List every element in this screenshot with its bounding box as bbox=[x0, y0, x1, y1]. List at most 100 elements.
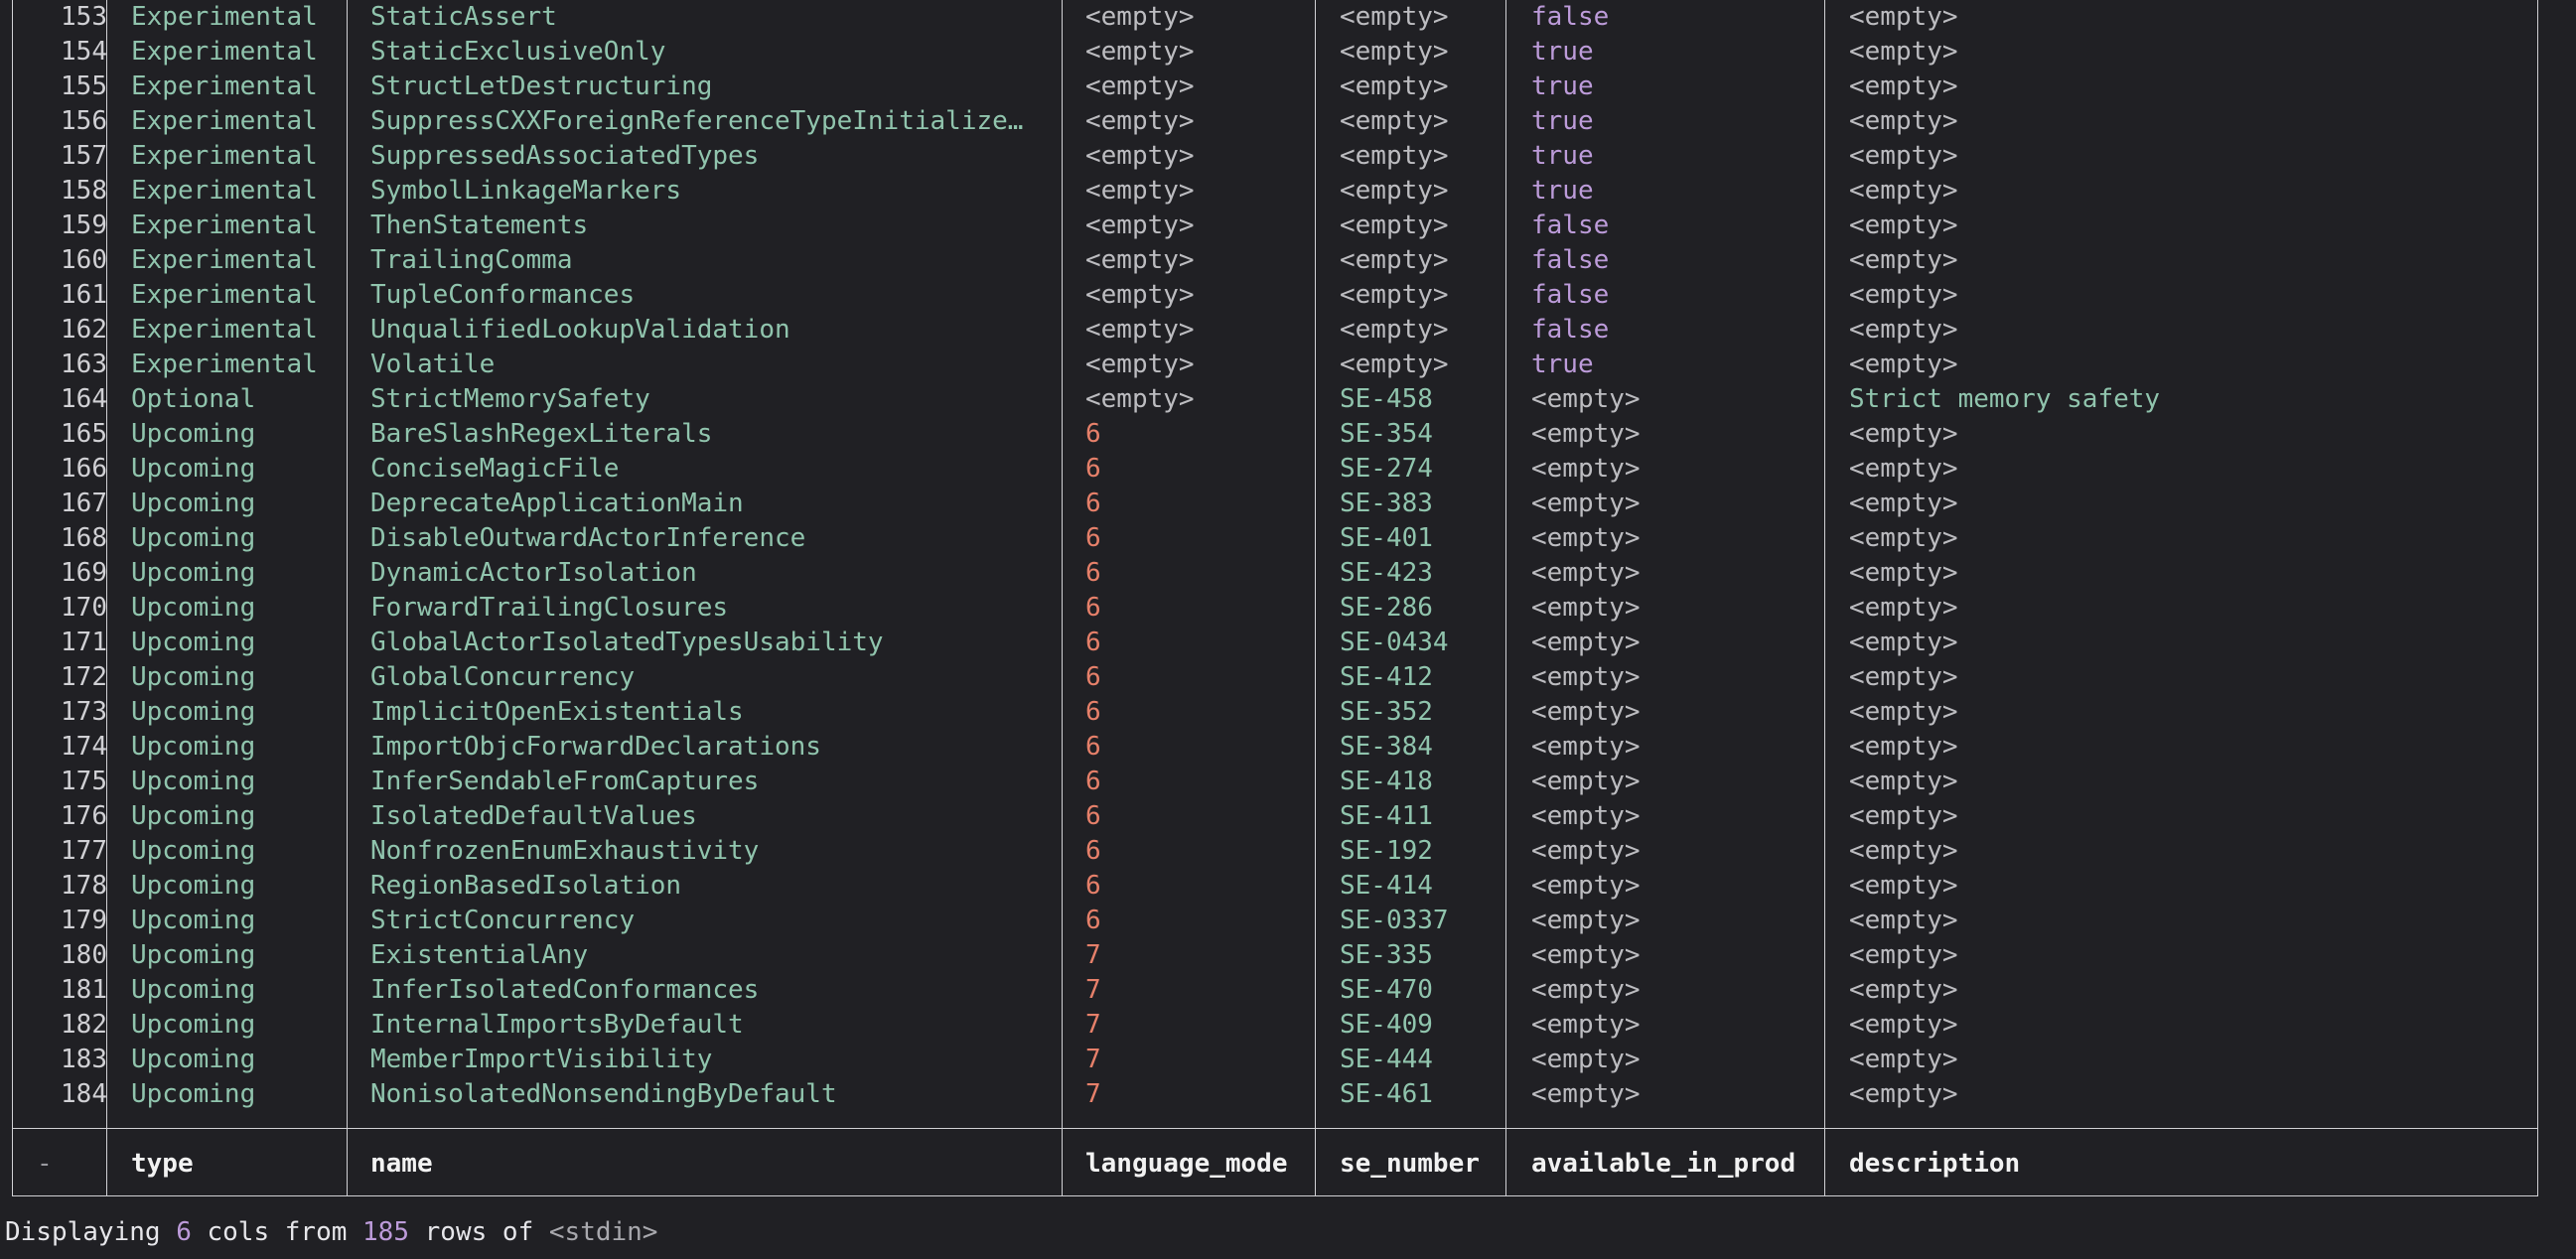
cell-se-number: SE-335 bbox=[1340, 940, 1433, 970]
table-row: 176 Upcoming IsolatedDefaultValues 6 SE-411 <… bbox=[13, 799, 2537, 834]
cell-name: NonfrozenEnumExhaustivity bbox=[370, 836, 760, 866]
cell-available-in-prod: <empty> bbox=[1531, 697, 1641, 727]
cell-type: Experimental bbox=[131, 280, 318, 310]
row-index: 153 bbox=[61, 2, 107, 32]
cell-se-number: SE-274 bbox=[1340, 454, 1433, 484]
cell-description: <empty> bbox=[1849, 1045, 1958, 1074]
cell-language-mode: 6 bbox=[1085, 871, 1101, 901]
cell-available-in-prod: true bbox=[1531, 141, 1594, 171]
row-index: 155 bbox=[61, 71, 107, 101]
cell-name: GlobalConcurrency bbox=[370, 662, 636, 692]
cell-description: <empty> bbox=[1849, 697, 1958, 727]
table-row: 179 Upcoming StrictConcurrency 6 SE-0337 <emp… bbox=[13, 904, 2537, 938]
cell-description: <empty> bbox=[1849, 836, 1958, 866]
cell-language-mode: <empty> bbox=[1085, 141, 1195, 171]
cell-available-in-prod: <empty> bbox=[1531, 489, 1641, 518]
row-index: 181 bbox=[61, 975, 107, 1005]
cell-name: BareSlashRegexLiterals bbox=[370, 419, 713, 449]
cell-se-number: SE-352 bbox=[1340, 697, 1433, 727]
cell-language-mode: 6 bbox=[1085, 662, 1101, 692]
cell-language-mode: 7 bbox=[1085, 975, 1101, 1005]
cell-description: <empty> bbox=[1849, 454, 1958, 484]
cell-se-number: <empty> bbox=[1340, 2, 1449, 32]
cell-description: <empty> bbox=[1849, 141, 1958, 171]
table-row: 182 Upcoming InternalImportsByDefault 7 SE-4… bbox=[13, 1008, 2537, 1043]
header-type: type bbox=[131, 1149, 194, 1179]
cell-name: ExistentialAny bbox=[370, 940, 589, 970]
cell-se-number: SE-458 bbox=[1340, 384, 1433, 414]
cell-name: InternalImportsByDefault bbox=[370, 1010, 744, 1040]
cell-description: <empty> bbox=[1849, 906, 1958, 935]
table-row: 159 Experimental ThenStatements <empty> <emp… bbox=[13, 209, 2537, 243]
cell-language-mode: 6 bbox=[1085, 489, 1101, 518]
table-row: 169 Upcoming DynamicActorIsolation 6 SE-423 <… bbox=[13, 556, 2537, 591]
table-row: 154 Experimental StaticExclusiveOnly <empty… bbox=[13, 35, 2537, 70]
cell-description: <empty> bbox=[1849, 940, 1958, 970]
cell-language-mode: 7 bbox=[1085, 940, 1101, 970]
cell-name: IsolatedDefaultValues bbox=[370, 801, 697, 831]
cell-name: SymbolLinkageMarkers bbox=[370, 176, 682, 206]
cell-description: <empty> bbox=[1849, 732, 1958, 762]
cell-name: InferSendableFromCaptures bbox=[370, 767, 760, 796]
footer-suffix: rows of bbox=[409, 1217, 549, 1247]
row-index: 171 bbox=[61, 628, 107, 657]
cell-type: Upcoming bbox=[131, 940, 256, 970]
row-index: 158 bbox=[61, 176, 107, 206]
footer-middle: cols from bbox=[191, 1217, 363, 1247]
row-index: 156 bbox=[61, 106, 107, 136]
row-index: 176 bbox=[61, 801, 107, 831]
cell-available-in-prod: <empty> bbox=[1531, 593, 1641, 623]
cell-available-in-prod: true bbox=[1531, 176, 1594, 206]
row-index: 165 bbox=[61, 419, 107, 449]
cell-se-number: <empty> bbox=[1340, 71, 1449, 101]
cell-available-in-prod: true bbox=[1531, 350, 1594, 379]
row-index: 175 bbox=[61, 767, 107, 796]
cell-available-in-prod: true bbox=[1531, 71, 1594, 101]
cell-available-in-prod: <empty> bbox=[1531, 940, 1641, 970]
cell-name: StrictMemorySafety bbox=[370, 384, 650, 414]
cell-language-mode: 6 bbox=[1085, 419, 1101, 449]
table-row: 165 Upcoming BareSlashRegexLiterals 6 SE-354… bbox=[13, 417, 2537, 452]
header-index: - bbox=[37, 1149, 53, 1179]
cell-available-in-prod: <empty> bbox=[1531, 558, 1641, 588]
cell-available-in-prod: <empty> bbox=[1531, 836, 1641, 866]
table-row: 180 Upcoming ExistentialAny 7 SE-335 <empty> <… bbox=[13, 938, 2537, 973]
row-index: 170 bbox=[61, 593, 107, 623]
cell-description: <empty> bbox=[1849, 1010, 1958, 1040]
cell-available-in-prod: <empty> bbox=[1531, 1010, 1641, 1040]
cell-type: Upcoming bbox=[131, 489, 256, 518]
cell-available-in-prod: false bbox=[1531, 2, 1610, 32]
table-row: 162 Experimental UnqualifiedLookupValidati… bbox=[13, 313, 2537, 348]
cell-language-mode: <empty> bbox=[1085, 315, 1195, 345]
cell-description: <empty> bbox=[1849, 71, 1958, 101]
cell-description: <empty> bbox=[1849, 662, 1958, 692]
row-index: 168 bbox=[61, 523, 107, 553]
cell-name: DynamicActorIsolation bbox=[370, 558, 697, 588]
cell-name: StructLetDestructuring bbox=[370, 71, 713, 101]
table-row: 166 Upcoming ConciseMagicFile 6 SE-274 <empty… bbox=[13, 452, 2537, 487]
cell-available-in-prod: <empty> bbox=[1531, 662, 1641, 692]
cell-available-in-prod: true bbox=[1531, 106, 1594, 136]
cell-type: Experimental bbox=[131, 106, 318, 136]
cell-type: Upcoming bbox=[131, 454, 256, 484]
footer-source: <stdin> bbox=[548, 1217, 658, 1247]
cell-available-in-prod: false bbox=[1531, 210, 1610, 240]
table-row: 173 Upcoming ImplicitOpenExistentials 6 SE-3… bbox=[13, 695, 2537, 730]
cell-se-number: <empty> bbox=[1340, 141, 1449, 171]
cell-name: TrailingComma bbox=[370, 245, 573, 275]
row-index: 169 bbox=[61, 558, 107, 588]
cell-description: <empty> bbox=[1849, 558, 1958, 588]
cell-type: Upcoming bbox=[131, 906, 256, 935]
table-row: 161 Experimental TupleConformances <empty> <… bbox=[13, 278, 2537, 313]
cell-language-mode: 6 bbox=[1085, 558, 1101, 588]
cell-description: <empty> bbox=[1849, 2, 1958, 32]
cell-available-in-prod: <empty> bbox=[1531, 871, 1641, 901]
cell-description: <empty> bbox=[1849, 210, 1958, 240]
cell-language-mode: <empty> bbox=[1085, 176, 1195, 206]
cell-type: Upcoming bbox=[131, 1079, 256, 1109]
cell-language-mode: <empty> bbox=[1085, 245, 1195, 275]
table-row: 177 Upcoming NonfrozenEnumExhaustivity 6 SE-… bbox=[13, 834, 2537, 869]
row-index: 161 bbox=[61, 280, 107, 310]
cell-name: NonisolatedNonsendingByDefault bbox=[370, 1079, 837, 1109]
table-row: 174 Upcoming ImportObjcForwardDeclarations… bbox=[13, 730, 2537, 765]
